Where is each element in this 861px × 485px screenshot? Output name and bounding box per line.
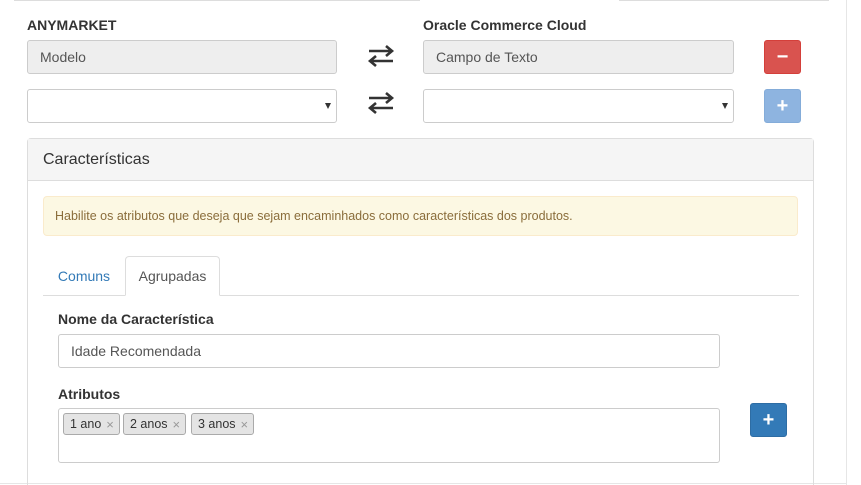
attribute-tag-label: 2 anos [130, 417, 168, 431]
oracle-column-title: Oracle Commerce Cloud [423, 17, 587, 33]
tab-strip-border-right [619, 0, 829, 1]
panel-title: Características [28, 139, 813, 181]
remove-tag-icon[interactable]: × [173, 417, 181, 432]
minus-icon: − [776, 45, 789, 68]
caret-down-icon [722, 103, 728, 109]
attribute-tag: 2 anos × [123, 413, 187, 435]
add-mapping-button[interactable]: + [764, 89, 801, 123]
feature-name-input[interactable]: Idade Recomendada [58, 334, 720, 368]
swap-arrows-icon [367, 45, 395, 67]
attributes-tag-input[interactable]: 1 ano × 2 anos × 3 anos × [58, 408, 720, 463]
container-right-border [846, 0, 847, 485]
tab-strip-border-left [14, 0, 420, 1]
remove-tag-icon[interactable]: × [241, 417, 249, 432]
anymarket-select[interactable] [27, 89, 337, 123]
tab-comuns[interactable]: Comuns [44, 256, 124, 295]
features-panel: Características Habilite os atributos qu… [27, 138, 814, 485]
add-attribute-button[interactable]: + [750, 403, 787, 437]
feature-name-label: Nome da Característica [58, 311, 214, 327]
caret-down-icon [325, 103, 331, 109]
plus-icon: + [776, 94, 789, 117]
swap-arrows-icon [367, 92, 395, 114]
attribute-tag-label: 3 anos [198, 417, 236, 431]
remove-mapping-button[interactable]: − [764, 40, 801, 74]
tab-agrupadas[interactable]: Agrupadas [125, 256, 220, 296]
oracle-field-readonly: Campo de Texto [423, 40, 734, 74]
attribute-tag-label: 1 ano [70, 417, 102, 431]
attribute-tag: 3 anos × [191, 413, 255, 435]
attribute-tag: 1 ano × [63, 413, 120, 435]
anymarket-column-title: ANYMARKET [27, 17, 117, 33]
info-alert: Habilite os atributos que deseja que sej… [43, 196, 798, 236]
plus-icon: + [762, 408, 775, 431]
oracle-select[interactable] [423, 89, 734, 123]
anymarket-field-readonly: Modelo [27, 40, 337, 74]
remove-tag-icon[interactable]: × [106, 417, 114, 432]
attributes-label: Atributos [58, 386, 121, 402]
